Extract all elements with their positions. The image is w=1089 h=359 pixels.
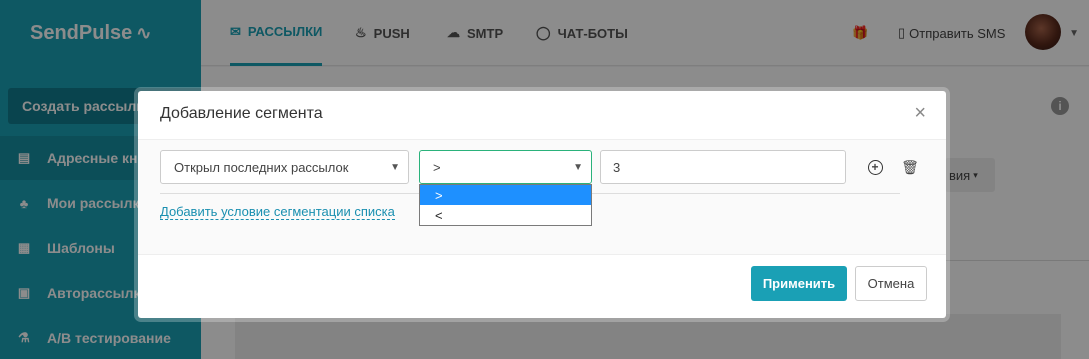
value-input-text: 3 — [613, 159, 621, 175]
trash-icon: 🗑 — [901, 158, 919, 175]
operator-dropdown-list: > < — [419, 184, 592, 226]
add-segment-condition-link[interactable]: Добавить условие сегментации списка — [160, 204, 395, 220]
dropdown-option[interactable]: < — [420, 205, 591, 225]
condition-select-value: Открыл последних рассылок — [174, 159, 349, 175]
add-condition-button[interactable]: + — [865, 157, 885, 177]
delete-condition-button[interactable]: 🗑 — [900, 157, 920, 177]
value-input[interactable]: 3 — [600, 150, 846, 184]
caret-down-icon: ▼ — [573, 161, 583, 173]
operator-select[interactable]: > ▼ — [419, 150, 592, 184]
add-segment-modal: Добавление сегмента × Открыл последних р… — [138, 91, 946, 318]
close-icon[interactable]: × — [914, 103, 926, 123]
condition-select[interactable]: Открыл последних рассылок ▼ — [160, 150, 409, 184]
operator-select-value: > — [433, 159, 441, 175]
plus-circle-icon: + — [867, 159, 883, 175]
dropdown-option[interactable]: > — [420, 185, 591, 205]
cancel-button[interactable]: Отмена — [855, 266, 927, 301]
modal-title: Добавление сегмента — [160, 105, 323, 122]
caret-down-icon: ▼ — [390, 161, 400, 173]
apply-button[interactable]: Применить — [751, 266, 847, 301]
